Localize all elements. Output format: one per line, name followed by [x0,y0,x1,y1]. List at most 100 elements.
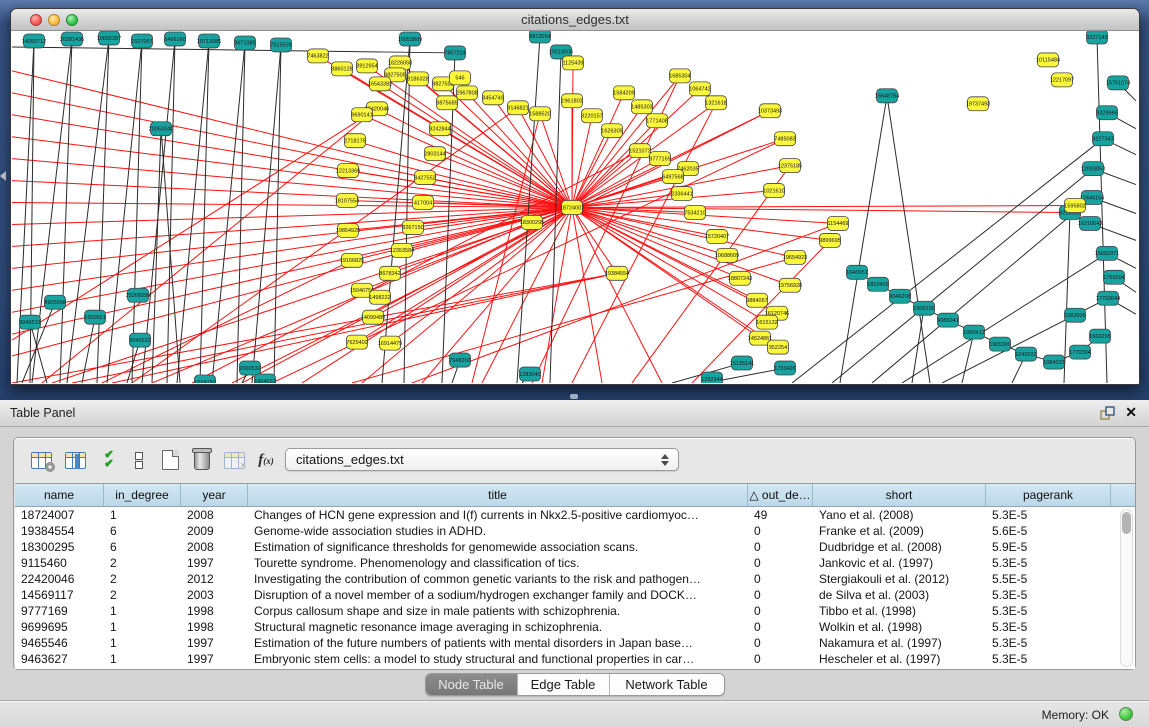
network-node[interactable]: 10688609 [715,248,739,262]
network-node[interactable]: 12093853 [1081,162,1105,176]
network-node[interactable]: 9690141 [351,108,372,122]
table-cell[interactable]: 1997 [181,651,248,667]
table-cell[interactable]: 0 [748,539,813,555]
network-node[interactable]: 1770304 [1069,345,1090,359]
network-edge[interactable] [962,332,974,383]
network-edge[interactable] [412,223,838,383]
table-cell[interactable]: Genome-wide association studies in ADHD. [248,523,748,539]
column-visibility-button[interactable] [62,446,88,474]
table-cell[interactable]: 5.3E-5 [986,635,1111,651]
table-header-row[interactable]: namein_degreeyeartitle△ out_de…shortpage… [15,484,1135,507]
network-node[interactable]: 1024150 [194,375,215,383]
network-edge[interactable] [22,302,55,383]
table-cell[interactable]: 5.3E-5 [986,619,1111,635]
network-node[interactable]: 17703044 [1096,291,1120,305]
network-node[interactable]: 1498222 [369,290,390,304]
network-node[interactable]: 20053340 [149,122,173,136]
network-node[interactable]: 1125439 [563,56,584,70]
network-edge[interactable] [12,47,455,53]
table-cell[interactable]: 1 [104,603,181,619]
network-edge[interactable] [362,115,572,208]
column-header[interactable]: year [181,484,248,506]
network-node[interactable]: 1283040 [519,367,540,381]
network-node[interactable]: 9242844 [429,122,450,136]
tab-edge-table[interactable]: Edge Table [518,674,610,695]
network-node[interactable]: 8427552 [414,171,435,185]
table-cell[interactable]: Yano et al. (2008) [813,507,986,523]
table-cell[interactable]: Changes of HCN gene expression and I(f) … [248,507,748,523]
network-node[interactable]: 2060532 [239,361,260,375]
table-cell[interactable]: 6 [104,539,181,555]
network-node[interactable]: 9884067 [746,293,767,307]
network-node[interactable]: 9046513 [19,315,40,329]
network-node[interactable]: 1660295 [1089,329,1110,343]
network-node[interactable]: 18300295 [520,215,544,229]
table-cell[interactable]: Investigating the contribution of common… [248,571,748,587]
table-cell[interactable]: 18724007 [15,507,104,523]
table-cell[interactable]: 1 [104,507,181,523]
table-cell[interactable]: 1 [104,635,181,651]
network-node[interactable]: 952254 [768,340,789,354]
network-node[interactable]: 1733426 [774,361,795,375]
table-cell[interactable]: 5.5E-5 [986,571,1111,587]
table-cell[interactable]: 19384554 [15,523,104,539]
network-node[interactable]: 7485083 [774,132,795,146]
network-node[interactable]: 15135141 [730,356,754,370]
column-header[interactable]: short [813,484,986,506]
network-node[interactable]: 25206050 [126,288,150,302]
column-header[interactable]: title [248,484,748,506]
network-node[interactable]: 8678342 [379,266,400,280]
column-header[interactable]: △ out_de… [748,484,813,506]
network-node[interactable]: 19166825 [340,253,364,267]
network-edge[interactable] [161,129,180,383]
network-node[interactable]: 546 [450,71,471,85]
network-node[interactable]: 1961803 [561,94,582,108]
network-node[interactable]: 15692971 [1095,246,1119,260]
table-row[interactable]: 1456911722003Disruption of a novel membe… [15,587,1135,603]
new-table-button[interactable] [157,446,183,474]
network-edge[interactable] [435,154,572,208]
network-node[interactable]: 10655287 [97,31,121,45]
network-node[interactable]: 12213369 [336,164,360,178]
network-node[interactable]: 7534210 [684,206,705,220]
network-node[interactable]: 7515526 [270,38,291,52]
network-node[interactable]: 1060412 [963,325,984,339]
table-cell[interactable]: 6 [104,523,181,539]
column-header[interactable]: name [15,484,104,506]
network-node[interactable]: 8454749 [482,91,503,105]
network-edge[interactable] [572,206,1075,208]
network-node[interactable]: 8186328 [407,72,428,86]
scrollbar-thumb[interactable] [1122,512,1131,534]
network-node[interactable]: 12375185 [778,159,802,173]
select-all-button[interactable]: ✔✔ [96,446,122,474]
network-edge[interactable] [912,308,924,383]
table-cell[interactable]: 5.3E-5 [986,651,1111,667]
network-node[interactable]: 8912954 [356,59,377,73]
network-node[interactable]: 9046208 [889,289,910,303]
table-row[interactable]: 1830029562008Estimation of significance … [15,539,1135,555]
table-cell[interactable]: Tourette syndrome. Phenomenology and cla… [248,555,748,571]
table-cell[interactable]: Franke et al. (2009) [813,523,986,539]
table-row[interactable]: 911546021997Tourette syndrome. Phenomeno… [15,555,1135,571]
table-cell[interactable]: Embryonic stem cells: a model to study s… [248,651,748,667]
network-node[interactable]: 18107554 [335,194,359,208]
network-edge[interactable] [212,43,245,383]
table-row[interactable]: 977716911998Corpus callosum shape and si… [15,603,1135,619]
network-node[interactable]: 18724007 [560,201,584,215]
row-height-button[interactable] [126,446,152,474]
network-node[interactable]: 19737493 [966,97,990,111]
network-node[interactable]: 7625402 [346,335,367,349]
network-node[interactable]: 1527007 [131,34,152,48]
network-node[interactable]: 10713085 [197,34,221,48]
network-node[interactable]: 1232344 [701,372,722,383]
network-node[interactable]: 19854925 [336,223,360,237]
table-cell[interactable]: 0 [748,619,813,635]
table-row[interactable]: 2242004622012Investigating the contribut… [15,571,1135,587]
network-node[interactable]: 9875685 [436,96,457,110]
network-node[interactable]: 1083006 [1064,308,1085,322]
network-node[interactable]: 9671385 [234,36,255,50]
network-node[interactable]: 1604032 [254,374,275,383]
network-edge[interactable] [42,109,377,383]
network-node[interactable]: 9899695 [819,233,840,247]
table-cell[interactable]: Stergiakouli et al. (2012) [813,571,986,587]
